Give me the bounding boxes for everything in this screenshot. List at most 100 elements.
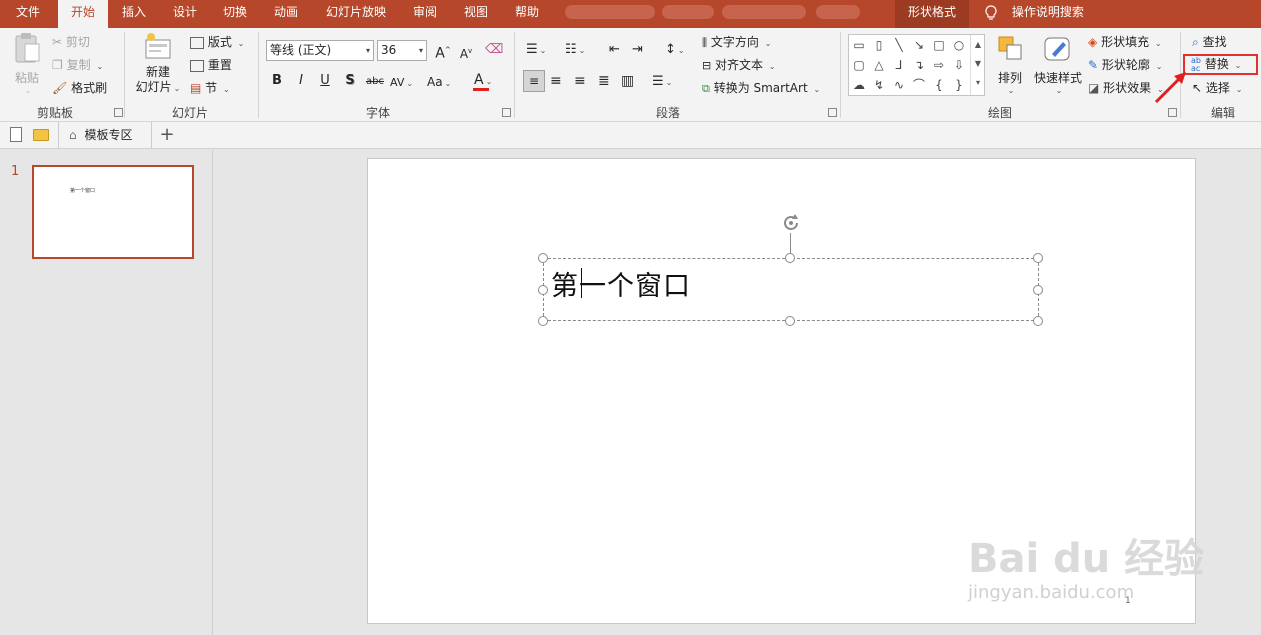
line-spacing-button[interactable]: ↕ ⌄ bbox=[665, 41, 685, 59]
shrink-font-button[interactable]: Av bbox=[457, 43, 475, 62]
italic-button[interactable]: I bbox=[292, 73, 310, 89]
resize-handle-top-right[interactable] bbox=[1033, 253, 1043, 263]
elbow-arrow-shape-icon[interactable]: ↴ bbox=[911, 57, 927, 73]
text-direction-button[interactable]: ⫼ 文字方向 ⌄ bbox=[702, 34, 771, 52]
arrange-button[interactable]: 排列 ⌄ bbox=[994, 34, 1026, 95]
right-arrow-shape-icon[interactable]: ⇨ bbox=[931, 57, 947, 73]
chevron-down-icon: ⌄ bbox=[406, 79, 414, 88]
resize-handle-bottom-left[interactable] bbox=[538, 316, 548, 326]
align-left-button[interactable]: ≡ bbox=[523, 70, 545, 92]
curve-shape-icon[interactable]: ↯ bbox=[871, 77, 887, 93]
align-text-button[interactable]: ⊟ 对齐文本 ⌄ bbox=[702, 57, 776, 75]
dialog-launcher-icon[interactable] bbox=[828, 108, 837, 117]
numbering-button[interactable]: ☷ ⌄ bbox=[565, 41, 585, 59]
format-painter-button[interactable]: 🖌 格式刷 bbox=[52, 80, 107, 96]
triangle-shape-icon[interactable]: △ bbox=[871, 57, 887, 73]
textbox-shape-icon[interactable]: ▭ bbox=[851, 37, 867, 53]
tab-review[interactable]: 审阅 bbox=[402, 0, 448, 28]
bullets-button[interactable]: ☰ ⌄ bbox=[526, 41, 546, 59]
tab-slideshow[interactable]: 幻灯片放映 bbox=[316, 0, 396, 28]
increase-indent-button[interactable]: ⇥ bbox=[632, 41, 643, 58]
cut-button[interactable]: ✂ 剪切 bbox=[52, 34, 90, 50]
change-case-button[interactable]: Aa ⌄ bbox=[427, 74, 451, 92]
shadow-button[interactable]: S bbox=[341, 73, 359, 89]
right-brace-shape-icon[interactable]: } bbox=[951, 77, 967, 93]
home-icon: ⌂ bbox=[69, 128, 77, 142]
paste-button[interactable]: 粘贴 ⌄ bbox=[10, 32, 44, 96]
template-zone-tab[interactable]: ⌂ 模板专区 bbox=[58, 122, 152, 149]
rounded-rect-shape-icon[interactable]: ▢ bbox=[851, 57, 867, 73]
add-tab-button[interactable]: + bbox=[156, 122, 178, 149]
down-arrow-shape-icon[interactable]: ⇩ bbox=[951, 57, 967, 73]
font-size-combo[interactable]: 36 ▾ bbox=[377, 40, 427, 61]
resize-handle-bottom-right[interactable] bbox=[1033, 316, 1043, 326]
tab-shape-format[interactable]: 形状格式 bbox=[895, 0, 969, 28]
dialog-launcher-icon[interactable] bbox=[114, 108, 123, 117]
section-button[interactable]: ▤ 节 ⌄ bbox=[190, 80, 230, 98]
scribble-shape-icon[interactable]: ∿ bbox=[891, 77, 907, 93]
resize-handle-top[interactable] bbox=[785, 253, 795, 263]
tab-animations[interactable]: 动画 bbox=[262, 0, 310, 28]
bold-button[interactable]: B bbox=[268, 73, 286, 89]
resize-handle-right[interactable] bbox=[1033, 285, 1043, 295]
decrease-indent-icon: ⇤ bbox=[609, 42, 620, 57]
strikethrough-button[interactable]: abc bbox=[364, 74, 386, 90]
tab-home[interactable]: 开始 bbox=[58, 0, 108, 28]
layout-button[interactable]: 版式 ⌄ bbox=[190, 34, 244, 52]
watermark-logo: Bai du 经验 bbox=[968, 526, 1204, 584]
font-name-combo[interactable]: 等线 (正文) ▾ bbox=[266, 40, 374, 61]
line-shape-icon[interactable]: ╲ bbox=[891, 37, 907, 53]
freeform-shape-icon[interactable]: ☁ bbox=[851, 77, 867, 93]
tab-insert[interactable]: 插入 bbox=[110, 0, 158, 28]
tab-transitions[interactable]: 切换 bbox=[212, 0, 258, 28]
arrow-line-shape-icon[interactable]: ↘ bbox=[911, 37, 927, 53]
find-button[interactable]: ⌕ 查找 bbox=[1192, 34, 1227, 50]
distributed-icon: ▥ bbox=[621, 73, 635, 89]
shapes-gallery[interactable]: ▭ ▯ ╲ ↘ □ ○ ▢ △ ⅃ ↴ ⇨ ⇩ ☁ ↯ ∿ ⌒ { } ▲ ▼ ▾ bbox=[848, 34, 985, 96]
shape-fill-button[interactable]: ◈ 形状填充 ⌄ bbox=[1088, 34, 1162, 52]
columns-button[interactable]: ☰ ⌄ bbox=[652, 73, 672, 91]
copy-button[interactable]: ❐ 复制 ⌄ bbox=[52, 57, 103, 75]
align-right-button[interactable]: ≡ bbox=[574, 73, 586, 89]
tab-design[interactable]: 设计 bbox=[162, 0, 208, 28]
grow-font-button[interactable]: A^ bbox=[434, 42, 452, 62]
rectangle-shape-icon[interactable]: □ bbox=[931, 37, 947, 53]
tab-help[interactable]: 帮助 bbox=[504, 0, 550, 28]
select-button[interactable]: ↖ 选择 ⌄ bbox=[1192, 80, 1242, 98]
justify-button[interactable]: ≣ bbox=[598, 73, 610, 89]
clear-formatting-button[interactable]: ⌫ bbox=[485, 42, 503, 58]
folder-icon[interactable] bbox=[33, 129, 49, 141]
dialog-launcher-icon[interactable] bbox=[1168, 108, 1177, 117]
rotate-handle-icon[interactable] bbox=[780, 212, 802, 234]
convert-smartart-button[interactable]: ⧉ 转换为 SmartArt ⌄ bbox=[702, 80, 820, 98]
textbox-text[interactable]: 第一个窗口 bbox=[551, 264, 691, 303]
vertical-textbox-shape-icon[interactable]: ▯ bbox=[871, 37, 887, 53]
dialog-launcher-icon[interactable] bbox=[502, 108, 511, 117]
gallery-scroll[interactable]: ▲ ▼ ▾ bbox=[970, 35, 985, 95]
new-document-icon[interactable] bbox=[10, 127, 22, 142]
reset-button[interactable]: 重置 bbox=[190, 57, 232, 73]
resize-handle-left[interactable] bbox=[538, 285, 548, 295]
resize-handle-top-left[interactable] bbox=[538, 253, 548, 263]
character-spacing-button[interactable]: AV ⌄ bbox=[390, 74, 413, 92]
arc-shape-icon[interactable]: ⌒ bbox=[911, 77, 927, 93]
tab-file[interactable]: 文件 bbox=[0, 0, 56, 28]
slide-number: 1 bbox=[11, 164, 20, 179]
eraser-icon: ⌫ bbox=[485, 42, 504, 57]
slide-thumbnail[interactable]: 第一个窗口 bbox=[32, 165, 194, 259]
distributed-button[interactable]: ▥ bbox=[621, 73, 634, 89]
align-center-button[interactable]: ≡ bbox=[550, 73, 562, 89]
selected-textbox[interactable]: 第一个窗口 bbox=[543, 258, 1039, 321]
new-slide-button[interactable]: 新建 幻灯片 ⌄ bbox=[134, 32, 182, 100]
quick-styles-button[interactable]: 快速样式 ⌄ bbox=[1030, 34, 1086, 95]
left-brace-shape-icon[interactable]: { bbox=[931, 77, 947, 93]
replace-button[interactable]: ab ac 替换 ⌄ bbox=[1183, 54, 1258, 75]
underline-button[interactable]: U bbox=[316, 73, 334, 89]
resize-handle-bottom[interactable] bbox=[785, 316, 795, 326]
tab-view[interactable]: 视图 bbox=[452, 0, 500, 28]
elbow-connector-shape-icon[interactable]: ⅃ bbox=[891, 57, 907, 73]
tell-me-search[interactable]: 操作说明搜索 bbox=[984, 0, 1084, 28]
watermark-url: jingyan.baidu.com bbox=[968, 582, 1135, 603]
decrease-indent-button[interactable]: ⇤ bbox=[609, 41, 620, 58]
oval-shape-icon[interactable]: ○ bbox=[951, 37, 967, 53]
